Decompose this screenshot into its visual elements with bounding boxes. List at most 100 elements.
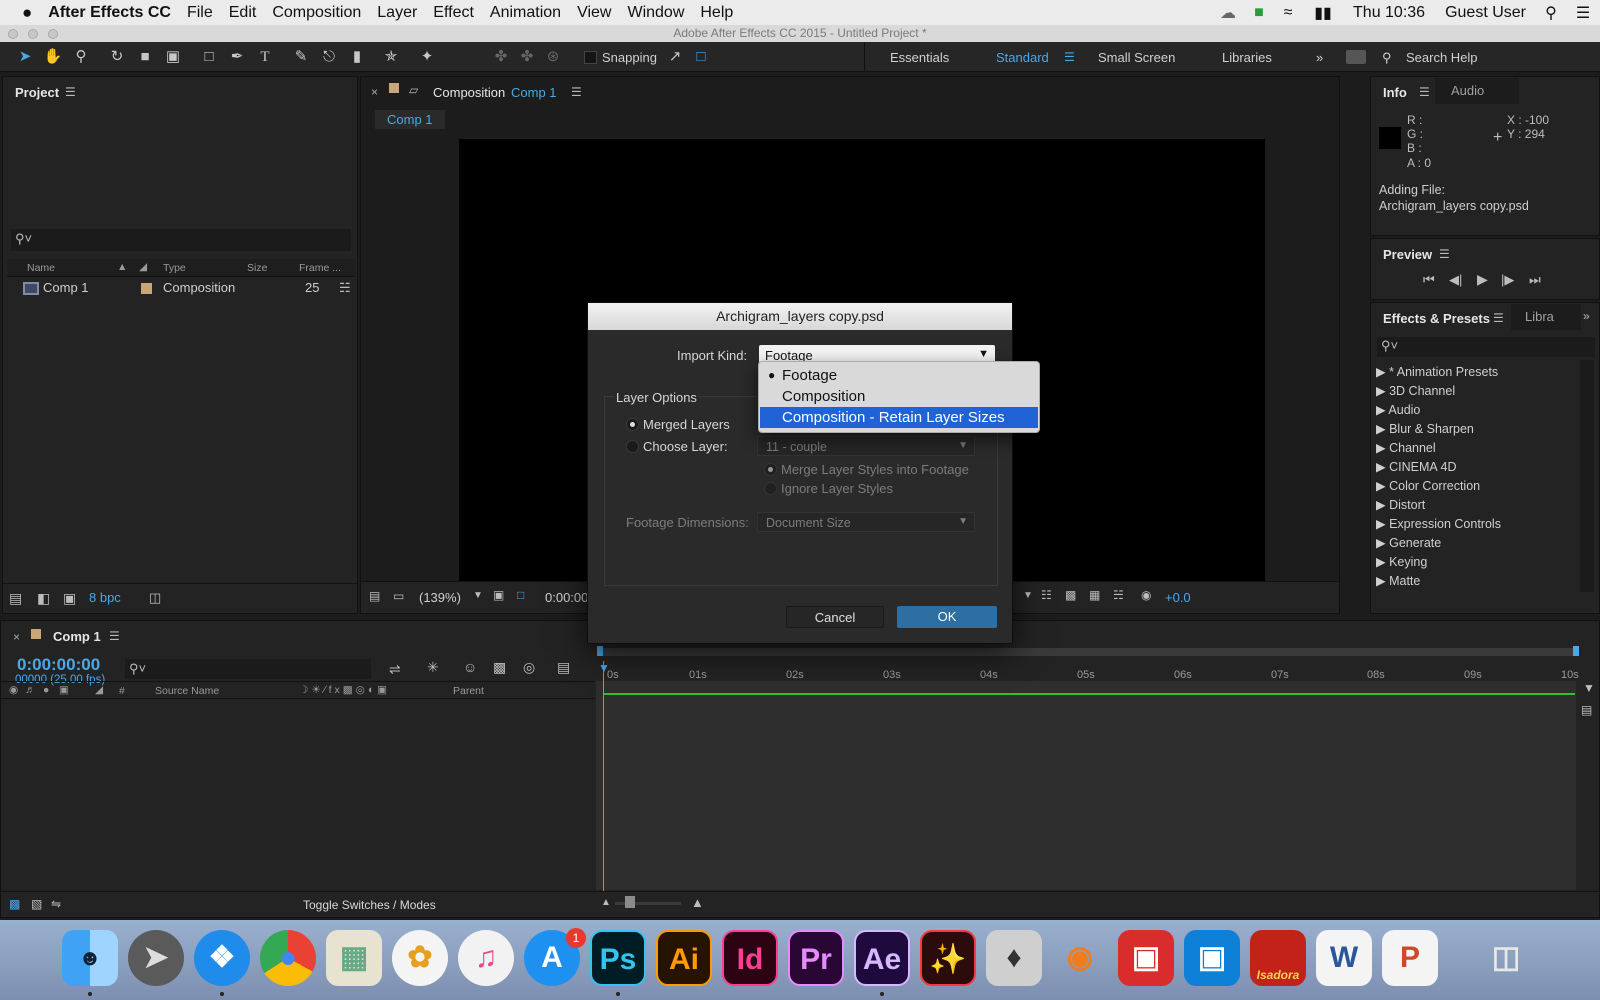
- menu-composition[interactable]: Composition: [264, 4, 369, 22]
- eraser-tool-icon[interactable]: ▮: [346, 46, 368, 68]
- menu-file[interactable]: File: [179, 4, 221, 22]
- effect-category[interactable]: ▶ Color Correction: [1376, 478, 1480, 493]
- col-size[interactable]: Size: [247, 262, 267, 274]
- menu-user[interactable]: Guest User: [1435, 4, 1536, 22]
- search-help-input[interactable]: Search Help: [1406, 50, 1478, 65]
- choose-layer-dropdown[interactable]: 11 - couple ▼: [757, 436, 975, 456]
- timeline-button-icon[interactable]: ▦: [1089, 588, 1100, 602]
- selection-tool-icon[interactable]: ➤: [14, 46, 36, 68]
- preview-app-icon[interactable]: ▦: [326, 930, 382, 986]
- menu-window[interactable]: Window: [619, 4, 692, 22]
- effect-category[interactable]: ▶ Blur & Sharpen: [1376, 421, 1474, 436]
- illustrator-icon[interactable]: Ai: [656, 930, 712, 986]
- puppet-pin-tool-icon[interactable]: ✦: [416, 46, 438, 68]
- preview-title[interactable]: Preview: [1383, 247, 1432, 262]
- zoom-chevron-down-icon[interactable]: ▼: [473, 590, 483, 601]
- workspace-standard[interactable]: Standard: [996, 50, 1049, 65]
- menu-option-footage[interactable]: ● Footage: [760, 365, 1038, 386]
- project-search-field[interactable]: [11, 229, 351, 251]
- lock-column-icon[interactable]: ▣: [59, 684, 69, 696]
- effects-menu-icon[interactable]: ☰: [1493, 311, 1504, 325]
- effects-scrollbar[interactable]: [1580, 360, 1594, 592]
- merge-styles-label[interactable]: Merge Layer Styles into Footage: [781, 462, 969, 477]
- safari-icon[interactable]: ❖: [194, 930, 250, 986]
- pan-behind-tool-icon[interactable]: ▣: [162, 46, 184, 68]
- close-comp-panel-icon[interactable]: ×: [371, 85, 378, 99]
- toggle-switches-modes-button[interactable]: Toggle Switches / Modes: [303, 898, 436, 912]
- clone-stamp-tool-icon[interactable]: ⎋: [318, 46, 340, 68]
- view-options-chevron-icon[interactable]: ▼: [1023, 590, 1033, 601]
- in-out-icon[interactable]: ⇋: [51, 897, 61, 911]
- menu-help[interactable]: Help: [692, 4, 741, 22]
- rectangle-tool-icon[interactable]: □: [198, 46, 220, 68]
- wifi-icon[interactable]: ≈: [1273, 4, 1303, 22]
- menu-app[interactable]: After Effects CC: [40, 4, 179, 22]
- menu-animation[interactable]: Animation: [482, 4, 569, 22]
- effects-more-icon[interactable]: »: [1583, 309, 1590, 323]
- menu-effect[interactable]: Effect: [425, 4, 482, 22]
- blender-icon[interactable]: ◉: [1052, 930, 1108, 986]
- work-area-bar[interactable]: [599, 648, 1579, 656]
- effect-category[interactable]: ▶ Expression Controls: [1376, 516, 1501, 531]
- timeline-graph-area[interactable]: [596, 681, 1576, 890]
- after-effects-icon[interactable]: Ae: [854, 930, 910, 986]
- sketchup-icon[interactable]: ▣: [1118, 930, 1174, 986]
- col-name[interactable]: Name: [27, 262, 55, 274]
- always-preview-icon[interactable]: ▤: [369, 589, 380, 603]
- safe-margins-icon[interactable]: ▣: [493, 588, 504, 602]
- trash-bin-icon[interactable]: ◫: [1478, 930, 1534, 986]
- snap-edges-icon[interactable]: ↗: [664, 46, 686, 68]
- comp-tab[interactable]: Comp 1: [375, 110, 445, 129]
- ignore-styles-radio[interactable]: [764, 482, 777, 495]
- photos-icon[interactable]: ✿: [392, 930, 448, 986]
- label-tag-icon[interactable]: ◢: [95, 684, 103, 696]
- powerpoint-icon[interactable]: P: [1382, 930, 1438, 986]
- effects-tab[interactable]: Effects & Presets: [1383, 311, 1490, 326]
- effect-category[interactable]: ▶ 3D Channel: [1376, 383, 1455, 398]
- workspace-menu-icon[interactable]: ☰: [1064, 50, 1075, 64]
- effect-category[interactable]: ▶ Keying: [1376, 554, 1427, 569]
- layer-switches-icon[interactable]: ▩: [9, 897, 20, 911]
- menu-edit[interactable]: Edit: [221, 4, 265, 22]
- hand-tool-icon[interactable]: ✋: [42, 46, 64, 68]
- menu-clock[interactable]: Thu 10:36: [1343, 4, 1435, 22]
- timeline-menu-icon[interactable]: ☰: [109, 629, 120, 643]
- effect-category[interactable]: ▶ CINEMA 4D: [1376, 459, 1456, 474]
- framer-icon[interactable]: ▣: [1184, 930, 1240, 986]
- color-depth-button[interactable]: 8 bpc: [89, 590, 121, 605]
- footage-dimensions-dropdown[interactable]: Document Size ▼: [757, 512, 975, 532]
- spotlight-icon[interactable]: ⚲: [1536, 3, 1566, 23]
- preview-menu-icon[interactable]: ☰: [1439, 247, 1450, 261]
- timeline-tab[interactable]: Comp 1: [53, 629, 101, 644]
- col-number[interactable]: #: [119, 685, 125, 697]
- type-tool-icon[interactable]: T: [254, 46, 276, 68]
- snap-features-icon[interactable]: □: [690, 46, 712, 68]
- creative-cloud-icon[interactable]: ☁: [1211, 3, 1245, 23]
- effect-category[interactable]: ▶ Generate: [1376, 535, 1441, 550]
- toggle-transparency-icon[interactable]: ☷: [1041, 588, 1052, 602]
- merged-layers-label[interactable]: Merged Layers: [643, 417, 730, 432]
- last-frame-icon[interactable]: ⏭: [1529, 272, 1541, 288]
- snapping-checkbox[interactable]: [584, 51, 597, 64]
- minimize-window-button[interactable]: [28, 29, 38, 39]
- effect-category[interactable]: ▶ Distort: [1376, 497, 1425, 512]
- fast-previews-icon[interactable]: ▩: [1065, 588, 1076, 602]
- effects-search-field[interactable]: [1377, 337, 1595, 357]
- flowchart-button-icon[interactable]: ☵: [1113, 588, 1124, 602]
- brush-tool-icon[interactable]: ✎: [290, 46, 312, 68]
- switches-icons[interactable]: ☽☀∕fx▩◎◐▣: [299, 684, 390, 696]
- solo-icon[interactable]: ●: [43, 684, 49, 696]
- info-menu-icon[interactable]: ☰: [1419, 85, 1430, 99]
- comp-panel-name[interactable]: Comp 1: [511, 85, 557, 100]
- apple-icon[interactable]: ●: [0, 3, 40, 23]
- next-frame-icon[interactable]: |▶: [1501, 272, 1514, 288]
- close-window-button[interactable]: [8, 29, 18, 39]
- sync-settings-icon[interactable]: [1346, 50, 1366, 64]
- speaker-icon[interactable]: ♬: [25, 684, 36, 696]
- comp-panel-menu-icon[interactable]: ☰: [571, 85, 582, 99]
- previous-frame-icon[interactable]: ◀|: [1449, 272, 1462, 288]
- motion-blur-icon[interactable]: ◎: [523, 659, 535, 676]
- zoom-in-icon[interactable]: ▲: [691, 895, 704, 910]
- effect-category[interactable]: ▶ Channel: [1376, 440, 1436, 455]
- exposure-value[interactable]: +0.0: [1165, 590, 1191, 605]
